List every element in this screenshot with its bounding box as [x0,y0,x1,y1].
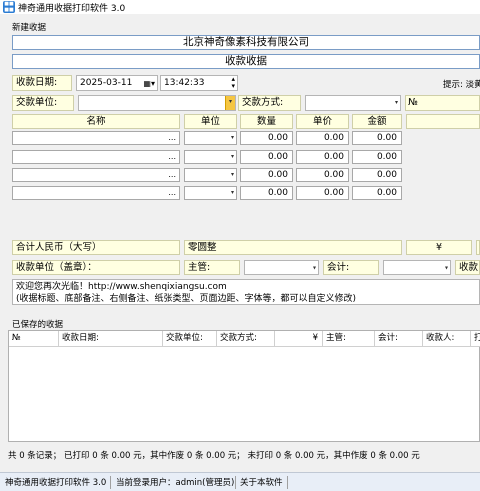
grid-col-print[interactable]: 打印 [471,331,480,347]
payer-label: 交款单位: [12,95,74,111]
status-app-name: 神奇通用收据打印软件 3.0 [5,478,107,488]
chevron-down-icon[interactable]: ▾ [313,264,316,271]
item-amount-field[interactable]: 0.00 [352,150,402,164]
status-separator [235,476,236,489]
item-qty-field[interactable]: 0.00 [240,150,293,164]
seal-label: 收款单位（盖章）： [12,260,180,275]
status-user: 当前登录用户：admin(管理员) [116,478,235,488]
calendar-icon[interactable]: ▦▾ [143,77,155,91]
footer-note-line-2: (收据标题、底部备注、右侧备注、纸张类型、页面边距、字体等，都可以自定义修改) [16,294,357,304]
item-qty-field[interactable]: 0.00 [240,131,293,145]
item-name-field[interactable]: ... [12,186,180,200]
footer-note-textarea[interactable]: 欢迎您再次光临！http://www.shenqixiangsu.com (收据… [12,279,480,305]
item-price-field[interactable]: 0.00 [296,131,349,145]
chevron-down-icon[interactable]: ▾ [231,169,234,181]
col-header-name: 名称 [12,114,180,129]
item-amount-field[interactable]: 0.00 [352,131,402,145]
new-receipt-group-label: 新建收据 [12,23,47,33]
status-bar: 神奇通用收据打印软件 3.0 当前登录用户：admin(管理员) 关于本软件 [0,472,480,491]
grid-col-accountant[interactable]: 会计: [375,331,423,347]
title-bar: ■■ ■■ 神奇通用收据打印软件 3.0 [0,0,480,14]
date-picker[interactable]: 2025-03-11 ▦▾ [76,75,158,91]
cashier-label: 收款 [455,260,480,275]
ellipsis-button[interactable]: ... [168,187,176,199]
chevron-down-icon[interactable]: ▾ [225,96,235,110]
grid-col-method[interactable]: 交款方式: [217,331,275,347]
hint-text: 提示: 淡黄 [443,80,480,90]
grid-col-cashier[interactable]: 收款人: [423,331,471,347]
chevron-down-icon[interactable]: ▾ [231,151,234,163]
saved-receipts-group-label: 已保存的收据 [12,320,64,330]
item-price-field[interactable]: 0.00 [296,186,349,200]
item-name-value [13,170,16,180]
ellipsis-button[interactable]: ... [168,132,176,144]
company-name-field[interactable]: 北京神奇像素科技有限公司 [12,35,480,50]
time-spinner-icon[interactable]: ▴ ▾ [231,76,235,90]
item-name-field[interactable]: ... [12,168,180,182]
supervisor-label: 主管: [184,260,240,275]
total-in-words: 零圆整 [184,240,402,255]
ellipsis-button[interactable]: ... [168,169,176,181]
receipt-number-label: № [408,97,418,108]
chevron-down-icon[interactable]: ▾ [231,132,234,144]
about-link[interactable]: 关于本软件 [240,476,283,488]
col-header-amount: 金额 [352,114,402,129]
time-field[interactable]: 13:42:33 ▴ ▾ [160,75,238,91]
total-label: 合计人民币（大写） [12,240,180,255]
total-yen-field[interactable]: ¥ [406,240,472,255]
grid-col-supervisor[interactable]: 主管: [323,331,375,347]
receipt-title-field[interactable]: 收款收据 [12,54,480,69]
item-unit-dropdown[interactable]: ▾ [184,186,237,200]
ellipsis-button[interactable]: ... [168,151,176,163]
chevron-down-icon[interactable]: ▾ [395,96,398,110]
accountant-label: 会计: [323,260,379,275]
chevron-down-icon[interactable]: ▾ [231,187,234,199]
summary-text: 共 0 条记录； 已打印 0 条 0.00 元，其中作废 0 条 0.00 元；… [8,451,420,461]
grid-col-payer[interactable]: 交款单位: [163,331,217,347]
supervisor-dropdown[interactable]: ▾ [244,260,319,275]
item-qty-field[interactable]: 0.00 [240,186,293,200]
item-name-field[interactable]: ... [12,150,180,164]
item-price-field[interactable]: 0.00 [296,168,349,182]
item-unit-dropdown[interactable]: ▾ [184,150,237,164]
item-name-value [13,133,16,143]
time-value: 13:42:33 [164,78,205,88]
grid-col-amount[interactable]: ¥ [275,331,323,347]
item-name-field[interactable]: ... [12,131,180,145]
payer-dropdown[interactable]: ▾ [78,95,236,111]
col-header-qty: 数量 [240,114,293,129]
grid-col-date[interactable]: 收款日期: [59,331,163,347]
method-dropdown[interactable]: ▾ [305,95,401,111]
total-yen-extra [476,240,480,255]
item-amount-field[interactable]: 0.00 [352,168,402,182]
chevron-down-icon[interactable]: ▾ [445,264,448,271]
col-header-price: 单价 [296,114,349,129]
app-icon: ■■ ■■ [3,1,15,13]
item-price-field[interactable]: 0.00 [296,150,349,164]
method-label: 交款方式: [238,95,301,111]
receipt-number-field[interactable]: № [405,95,480,111]
footer-note-line-1: 欢迎您再次光临！http://www.shenqixiangsu.com [16,282,227,292]
item-amount-field[interactable]: 0.00 [352,186,402,200]
item-name-value [13,152,16,162]
saved-receipts-grid[interactable]: №收款日期:交款单位:交款方式:¥主管:会计:收款人:打印 [8,330,480,442]
window-title: 神奇通用收据打印软件 3.0 [18,4,126,14]
grid-col-no[interactable]: № [9,331,59,347]
item-name-value [13,188,16,198]
col-header-extra [406,114,480,129]
col-header-unit: 单位 [184,114,237,129]
item-qty-field[interactable]: 0.00 [240,168,293,182]
status-separator [110,476,111,489]
item-unit-dropdown[interactable]: ▾ [184,131,237,145]
item-unit-dropdown[interactable]: ▾ [184,168,237,182]
status-separator [287,476,288,489]
date-label: 收款日期: [12,75,72,91]
date-value: 2025-03-11 [80,78,133,88]
accountant-dropdown[interactable]: ▾ [383,260,451,275]
